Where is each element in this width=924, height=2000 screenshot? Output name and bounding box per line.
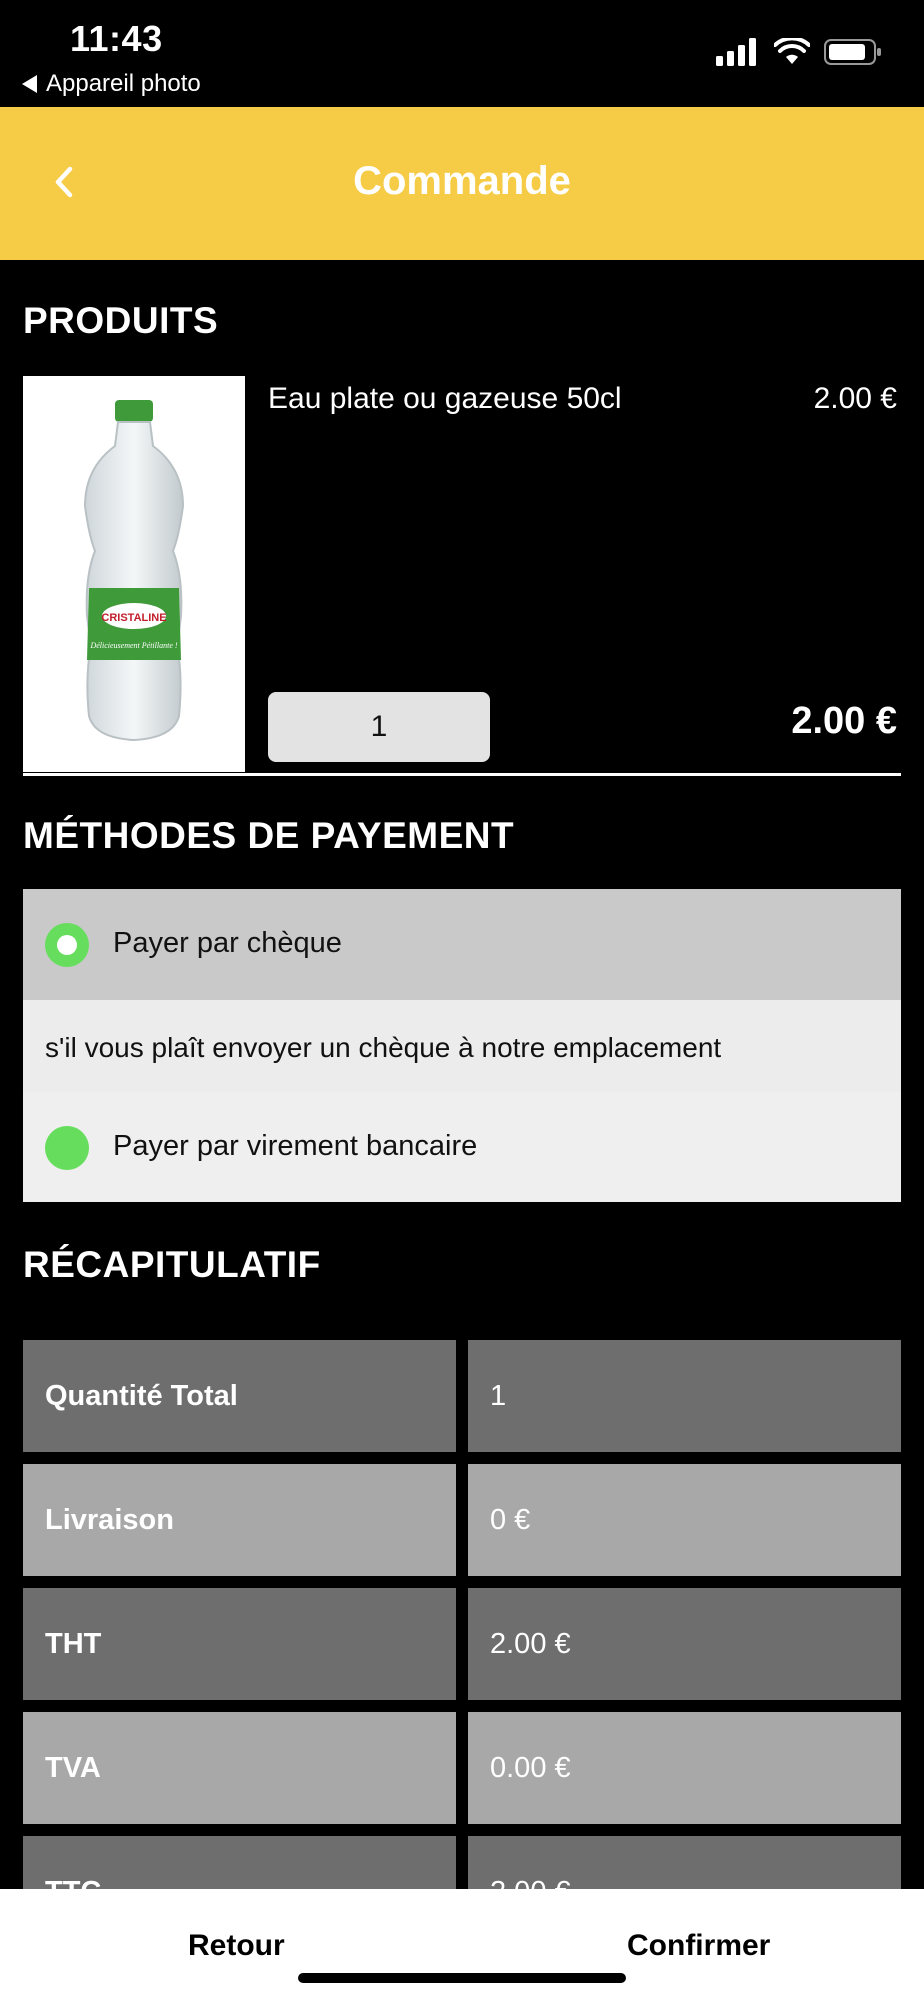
wifi-icon (774, 38, 810, 64)
payment-option-cheque[interactable]: Payer par chèque (23, 889, 901, 1000)
confirmer-button[interactable]: Confirmer (627, 1929, 770, 1963)
summary-value: 1 (468, 1340, 901, 1452)
radio-selected-icon[interactable] (45, 923, 89, 967)
back-to-app-link[interactable]: Appareil photo (22, 70, 201, 98)
summary-value: 0 € (468, 1464, 901, 1576)
status-time: 11:43 (70, 18, 163, 59)
cellular-signal-icon (716, 38, 756, 66)
app-header: Commande (0, 107, 924, 260)
payment-option-label: Payer par chèque (113, 927, 342, 959)
summary-value: 2.00 € (468, 1588, 901, 1700)
summary-value: 0.00 € (468, 1712, 901, 1824)
summary-label: THT (23, 1588, 456, 1700)
bottom-action-bar: Retour Confirmer (0, 1889, 924, 2000)
battery-icon (824, 39, 881, 65)
product-unit-price: 2.00 € (813, 382, 897, 415)
quantity-input[interactable]: 1 (268, 692, 490, 762)
products-section-title: PRODUITS (23, 300, 219, 341)
radio-unselected-icon[interactable] (45, 1126, 89, 1170)
summary-label: Quantité Total (23, 1340, 456, 1452)
bottle-brand-text: CRISTALINE (101, 612, 166, 624)
payment-section-title: MÉTHODES DE PAYEMENT (23, 815, 515, 856)
summary-section-title: RÉCAPITULATIF (23, 1244, 321, 1285)
product-divider (23, 773, 901, 776)
product-total-price: 2.00 € (791, 700, 897, 742)
payment-option-bank-transfer[interactable]: Payer par virement bancaire (23, 1092, 901, 1202)
water-bottle-image: CRISTALINE Délicieusement Pétillante ! (83, 400, 185, 742)
bottle-tagline-text: Délicieusement Pétillante ! (89, 641, 177, 650)
product-image: CRISTALINE Délicieusement Pétillante ! (23, 376, 245, 772)
retour-button[interactable]: Retour (188, 1929, 285, 1963)
summary-label: Livraison (23, 1464, 456, 1576)
page-title: Commande (353, 159, 571, 203)
payment-description-text: s'il vous plaît envoyer un chèque à notr… (45, 1032, 722, 1063)
summary-label: TVA (23, 1712, 456, 1824)
back-app-label: Appareil photo (46, 70, 201, 97)
payment-description: s'il vous plaît envoyer un chèque à notr… (23, 1000, 901, 1092)
product-name: Eau plate ou gazeuse 50cl (268, 382, 622, 415)
back-triangle-icon (22, 75, 37, 93)
payment-option-label: Payer par virement bancaire (113, 1130, 478, 1162)
status-icons (716, 38, 882, 66)
home-indicator[interactable] (298, 1973, 626, 1983)
